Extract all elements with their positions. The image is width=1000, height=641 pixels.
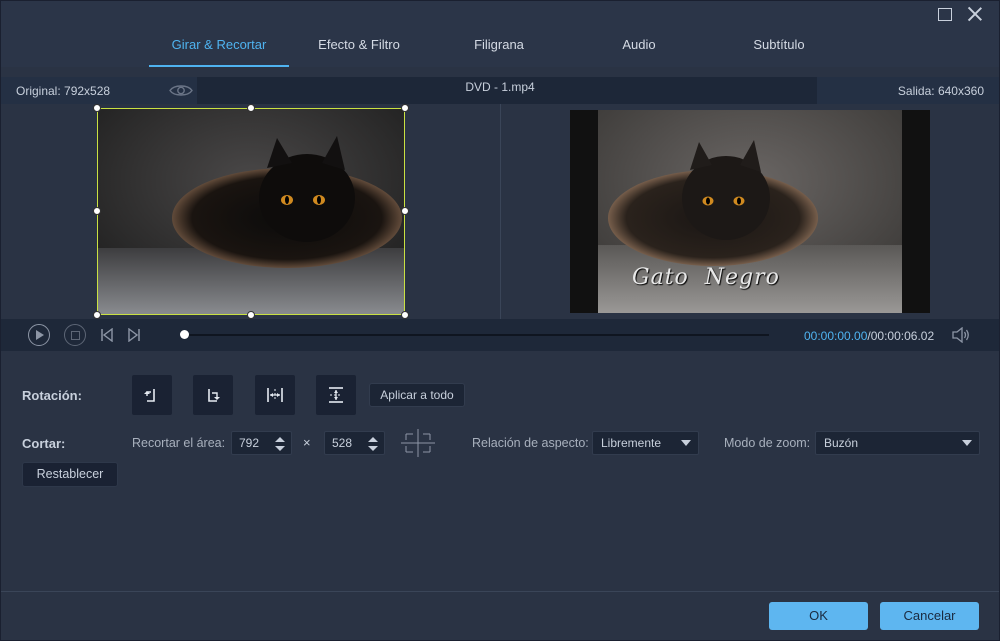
time-display: 00:00:00.00/00:00:06.02 [804, 329, 934, 343]
total-time: /00:00:06.02 [867, 329, 935, 343]
preview-divider [500, 104, 501, 319]
ok-button[interactable]: OK [769, 602, 868, 630]
playback-bar: 00:00:00.00/00:00:06.02 [1, 319, 999, 351]
tab-subtitle[interactable]: Subtítulo [709, 27, 849, 67]
play-icon[interactable] [28, 324, 50, 346]
dialog-window: Girar & Recortar Efecto & Filtro Filigra… [0, 0, 1000, 641]
crop-height-value[interactable]: 528 [332, 436, 352, 450]
apply-to-all-button[interactable]: Aplicar a todo [369, 383, 465, 407]
flip-horizontal-icon [267, 388, 283, 402]
width-decrement-icon[interactable] [275, 446, 285, 451]
next-frame-icon[interactable] [127, 328, 141, 342]
rotate-right-button[interactable] [193, 375, 233, 415]
zoom-mode-label: Modo de zoom: [724, 436, 811, 450]
aspect-ratio-value: Libremente [601, 436, 662, 450]
chevron-down-icon [681, 440, 691, 446]
file-name-label: DVD - 1.mp4 [465, 80, 535, 94]
crop-height-stepper[interactable]: 528 [324, 431, 385, 455]
stop-icon[interactable] [64, 324, 86, 346]
tab-bar: Girar & Recortar Efecto & Filtro Filigra… [149, 27, 849, 67]
crop-handle-top-right[interactable] [401, 104, 409, 112]
times-symbol: × [303, 435, 311, 450]
crop-handle-bottom-right[interactable] [401, 311, 409, 319]
output-preview: Gato Negro [570, 110, 930, 313]
center-crop-icon[interactable] [401, 429, 435, 457]
reset-button[interactable]: Restablecer [22, 462, 118, 487]
timeline-knob[interactable] [180, 330, 189, 339]
height-increment-icon[interactable] [368, 437, 378, 442]
crop-handle-left[interactable] [93, 207, 101, 215]
current-time: 00:00:00.00 [804, 329, 868, 343]
aspect-ratio-select[interactable]: Libremente [592, 431, 699, 455]
previous-frame-icon[interactable] [100, 328, 114, 342]
maximize-icon[interactable] [934, 5, 956, 23]
output-image-area: Gato Negro [598, 110, 902, 313]
crop-handle-right[interactable] [401, 207, 409, 215]
rotate-left-icon [144, 389, 155, 402]
crop-width-value[interactable]: 792 [239, 436, 259, 450]
crop-handle-bottom[interactable] [247, 311, 255, 319]
rotation-label: Rotación: [22, 388, 82, 403]
tab-rotate-crop[interactable]: Girar & Recortar [149, 27, 289, 67]
crop-width-stepper[interactable]: 792 [231, 431, 292, 455]
tab-watermark[interactable]: Filigrana [429, 27, 569, 67]
flip-vertical-icon [329, 387, 343, 403]
controls-panel: Rotación: Aplicar a todo Cortar: Recorta… [1, 351, 999, 591]
preview-area: Gato Negro [1, 104, 999, 319]
crop-selection[interactable] [97, 108, 405, 315]
crop-handle-top-left[interactable] [93, 104, 101, 112]
volume-icon[interactable] [951, 327, 971, 343]
footer: OK Cancelar [1, 591, 999, 640]
crop-label: Cortar: [22, 436, 66, 451]
flip-vertical-button[interactable] [316, 375, 356, 415]
info-bar: Original: 792x528 DVD - 1.mp4 Salida: 64… [1, 77, 999, 104]
rotate-right-icon [208, 389, 220, 402]
cancel-button[interactable]: Cancelar [880, 602, 979, 630]
zoom-mode-value: Buzón [824, 436, 859, 450]
watermark-text: Gato Negro [632, 265, 780, 290]
height-decrement-icon[interactable] [368, 446, 378, 451]
title-bar: Girar & Recortar Efecto & Filtro Filigra… [1, 1, 999, 67]
output-size-label: Salida: 640x360 [897, 84, 984, 98]
close-icon[interactable] [964, 5, 986, 23]
crop-area-label: Recortar el área: [132, 436, 226, 450]
tab-effect-filter[interactable]: Efecto & Filtro [289, 27, 429, 67]
aspect-ratio-label: Relación de aspecto: [472, 436, 589, 450]
chevron-down-icon [962, 440, 972, 446]
tab-audio[interactable]: Audio [569, 27, 709, 67]
crop-handle-top[interactable] [247, 104, 255, 112]
width-increment-icon[interactable] [275, 437, 285, 442]
rotate-left-button[interactable] [132, 375, 172, 415]
flip-horizontal-button[interactable] [255, 375, 295, 415]
timeline-track[interactable] [184, 334, 769, 336]
crop-handle-bottom-left[interactable] [93, 311, 101, 319]
zoom-mode-select[interactable]: Buzón [815, 431, 980, 455]
